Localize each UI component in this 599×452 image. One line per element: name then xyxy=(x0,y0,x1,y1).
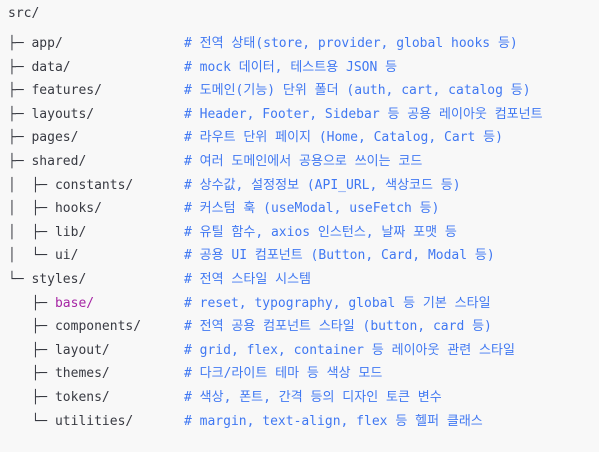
tree-entry: │ ├─ hooks/ xyxy=(8,199,102,219)
tree-branch: └─ xyxy=(8,272,32,287)
folder-name: tokens/ xyxy=(54,390,110,405)
tree-entry: ├─ themes/ xyxy=(8,364,110,384)
tree-branch: ├─ xyxy=(8,107,32,122)
folder-comment: # 여러 도메인에서 공용으로 쓰이는 코드 xyxy=(184,154,423,169)
tree-branch: ├─ xyxy=(8,36,32,51)
folder-name: shared/ xyxy=(31,154,87,169)
tree-entry: └─ styles/ xyxy=(8,270,86,290)
folder-comment: # grid, flex, container 등 레이아웃 관련 스타일 xyxy=(184,343,515,358)
folder-name: base/ xyxy=(54,296,95,311)
folder-name: pages/ xyxy=(31,130,79,145)
tree-branch: ├─ xyxy=(8,390,55,405)
folder-name: ui/ xyxy=(54,248,79,263)
code-block: src/ ├─ app/ # 전역 상태(store, provider, glo… xyxy=(0,0,599,452)
tree-entry: ├─ layout/ xyxy=(8,341,110,361)
folder-comment: # 커스텀 훅 (useModal, useFetch 등) xyxy=(184,201,440,216)
tree-entry: ├─ app/ xyxy=(8,34,63,54)
folder-comment: # 도메인(기능) 단위 폴더 (auth, cart, catalog 등) xyxy=(184,83,531,98)
folder-comment: # 공용 UI 컴포넌트 (Button, Card, Modal 등) xyxy=(184,248,495,263)
tree-branch: ├─ xyxy=(8,130,32,145)
folder-comment: # 전역 스타일 시스템 xyxy=(184,272,311,287)
folder-name: components/ xyxy=(54,319,142,334)
tree-entry: ├─ features/ xyxy=(8,81,102,101)
folder-comment: # 다크/라이트 테마 등 색상 모드 xyxy=(184,366,383,381)
folder-comment: # 유틸 함수, axios 인스턴스, 날짜 포맷 등 xyxy=(184,225,457,240)
tree-entry: │ ├─ constants/ xyxy=(8,176,133,196)
folder-name: lib/ xyxy=(54,225,87,240)
folder-comment: # mock 데이터, 테스트용 JSON 등 xyxy=(184,60,398,75)
tree-entry: ├─ base/ xyxy=(8,294,94,314)
tree-entry: ├─ data/ xyxy=(8,58,71,78)
tree-branch: ├─ xyxy=(8,343,55,358)
folder-comment: # 전역 공용 컴포넌트 스타일 (button, card 등) xyxy=(184,319,492,334)
tree-entry: ├─ layouts/ xyxy=(8,105,94,125)
tree-entry: └─ utilities/ xyxy=(8,412,133,432)
tree-entry: ├─ shared/ xyxy=(8,152,86,172)
folder-name: app/ xyxy=(31,36,63,51)
folder-comment: # 색상, 폰트, 간격 등의 디자인 토큰 변수 xyxy=(184,390,442,405)
tree-entry: │ ├─ lib/ xyxy=(8,223,86,243)
folder-name: features/ xyxy=(31,83,102,98)
folder-name: layout/ xyxy=(54,343,110,358)
tree-branch: ├─ xyxy=(8,154,32,169)
folder-name: constants/ xyxy=(54,178,134,193)
tree-branch: │ ├─ xyxy=(8,225,55,240)
root-dir: src/ xyxy=(8,6,40,21)
tree-branch: ├─ xyxy=(8,366,55,381)
folder-comment: # margin, text-align, flex 등 헬퍼 클래스 xyxy=(184,414,483,429)
folder-comment: # reset, typography, global 등 기본 스타일 xyxy=(184,296,491,311)
tree-branch: ├─ xyxy=(8,296,55,311)
tree-branch: ├─ xyxy=(8,83,32,98)
tree-branch: │ └─ xyxy=(8,248,55,263)
folder-comment: # 라우트 단위 페이지 (Home, Catalog, Cart 등) xyxy=(184,130,503,145)
tree-branch: │ ├─ xyxy=(8,178,55,193)
folder-comment: # 상수값, 설정정보 (API_URL, 색상코드 등) xyxy=(184,178,461,193)
tree-entry: ├─ components/ xyxy=(8,317,141,337)
folder-name: styles/ xyxy=(31,272,87,287)
tree-entry: ├─ tokens/ xyxy=(8,388,110,408)
folder-name: layouts/ xyxy=(31,107,95,122)
folder-comment: # Header, Footer, Sidebar 등 공용 레이아웃 컴포넌트 xyxy=(184,107,543,122)
folder-comment: # 전역 상태(store, provider, global hooks 등) xyxy=(184,36,518,51)
folder-name: hooks/ xyxy=(54,201,102,216)
tree-entry: ├─ pages/ xyxy=(8,128,78,148)
folder-name: themes/ xyxy=(54,366,110,381)
tree-entry: │ └─ ui/ xyxy=(8,246,78,266)
tree-branch: │ ├─ xyxy=(8,201,55,216)
tree-branch: ├─ xyxy=(8,319,55,334)
folder-name: utilities/ xyxy=(54,414,134,429)
tree-branch: └─ xyxy=(8,414,55,429)
tree-branch: ├─ xyxy=(8,60,32,75)
folder-name: data/ xyxy=(31,60,71,75)
